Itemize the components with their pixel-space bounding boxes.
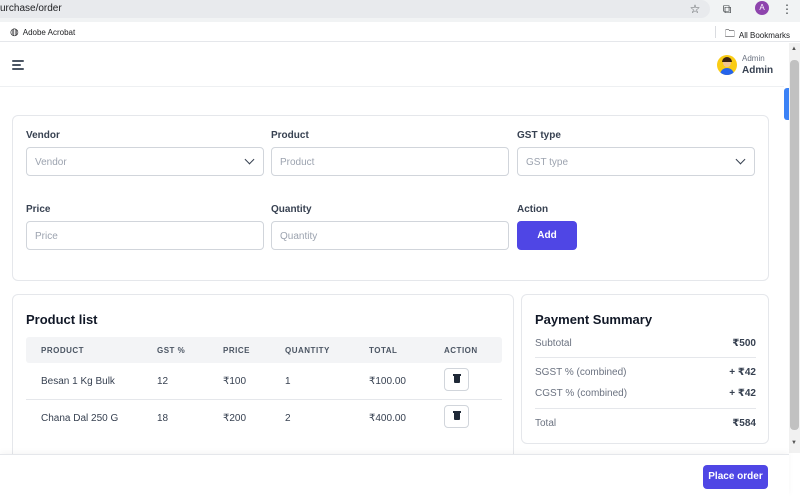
cell-price: ₹200 (223, 413, 247, 424)
column-header-product: PRODUCT (41, 346, 85, 355)
extensions-icon[interactable]: ⧉ (720, 2, 734, 16)
table-row: Besan 1 Kg Bulk 12 ₹100 1 ₹100.00 (26, 363, 502, 400)
quantity-placeholder: Quantity (280, 231, 318, 242)
globe-icon: ◍ (10, 27, 19, 38)
scroll-up-icon[interactable]: ▲ (791, 46, 797, 52)
profile-avatar[interactable]: A (755, 1, 769, 15)
product-list-card: Product list PRODUCT GST % PRICE QUANTIT… (12, 294, 514, 464)
all-bookmarks-label: All Bookmarks (738, 31, 790, 40)
vendor-label: Vendor (26, 130, 60, 141)
trash-icon (453, 374, 461, 383)
price-placeholder: Price (35, 231, 58, 242)
cgst-label: CGST % (combined) (535, 388, 628, 399)
payment-summary-title: Payment Summary (535, 312, 653, 327)
subtotal-row: Subtotal ₹500 (535, 338, 756, 349)
address-bar[interactable]: urchase/order (0, 0, 710, 18)
column-header-action: ACTION (444, 346, 478, 355)
scroll-down-icon[interactable]: ▼ (791, 440, 797, 446)
column-header-quantity: QUANTITY (285, 346, 330, 355)
price-label: Price (26, 204, 51, 215)
order-form-card: Vendor Vendor Product Product GST type G… (12, 115, 769, 281)
table-row: Chana Dal 250 G 18 ₹200 2 ₹400.00 (26, 400, 502, 437)
cell-price: ₹100 (223, 376, 247, 387)
place-order-button[interactable]: Place order (703, 465, 768, 489)
folder-icon: 🗀 (724, 29, 735, 40)
bookmarks-bar: ◍ Adobe Acrobat 🗀 All Bookmarks (0, 22, 800, 42)
cell-gst: 18 (157, 413, 169, 424)
column-header-gst: GST % (157, 346, 186, 355)
footer-bar: Place order (0, 454, 789, 496)
gst-type-placeholder: GST type (526, 157, 569, 168)
all-bookmarks-button[interactable]: 🗀 All Bookmarks (725, 27, 790, 44)
total-value: ₹584 (732, 418, 756, 429)
star-icon[interactable]: ☆ (688, 2, 702, 16)
more-menu-icon[interactable]: ⋮ (780, 2, 794, 16)
table-header: PRODUCT GST % PRICE QUANTITY TOTAL ACTIO… (26, 337, 502, 363)
gst-type-select[interactable]: GST type (517, 147, 755, 176)
column-header-total: TOTAL (369, 346, 398, 355)
cgst-value: + ₹42 (729, 388, 756, 399)
cell-product: Besan 1 Kg Bulk (41, 376, 115, 387)
product-label: Product (271, 130, 309, 141)
scrollbar-thumb[interactable] (790, 60, 799, 430)
product-list-title: Product list (26, 312, 98, 327)
cell-quantity: 1 (285, 376, 291, 387)
quantity-label: Quantity (271, 204, 312, 215)
sgst-row: SGST % (combined) + ₹42 (535, 367, 756, 378)
total-row: Total ₹584 (535, 418, 756, 429)
product-input[interactable]: Product (271, 147, 509, 176)
price-input[interactable]: Price (26, 221, 264, 250)
vendor-select[interactable]: Vendor (26, 147, 264, 176)
menu-icon[interactable] (12, 60, 24, 70)
chevron-down-icon (244, 154, 255, 165)
divider (535, 357, 756, 358)
delete-row-button[interactable] (444, 405, 469, 428)
column-header-price: PRICE (223, 346, 250, 355)
bookmark-adobe-acrobat[interactable]: ◍ Adobe Acrobat (10, 27, 75, 38)
quantity-input[interactable]: Quantity (271, 221, 509, 250)
cell-gst: 12 (157, 376, 169, 387)
side-tab-indicator[interactable] (784, 88, 789, 120)
cell-product: Chana Dal 250 G (41, 413, 119, 424)
add-button[interactable]: Add (517, 221, 577, 250)
cell-total: ₹400.00 (369, 413, 406, 424)
browser-toolbar: urchase/order ☆ ⧉ A ⋮ (0, 0, 800, 22)
user-role: Admin (742, 54, 765, 63)
cgst-row: CGST % (combined) + ₹42 (535, 388, 756, 399)
subtotal-value: ₹500 (732, 338, 756, 349)
cell-quantity: 2 (285, 413, 291, 424)
chevron-down-icon (735, 154, 746, 165)
user-name: Admin (742, 65, 774, 76)
action-label: Action (517, 204, 549, 215)
sgst-value: + ₹42 (729, 367, 756, 378)
total-label: Total (535, 418, 557, 429)
gst-type-label: GST type (517, 130, 561, 141)
vendor-placeholder: Vendor (35, 157, 67, 168)
url-text: urchase/order (0, 3, 62, 14)
divider (535, 408, 756, 409)
app-header: Admin Admin (0, 43, 784, 87)
bookmark-label: Adobe Acrobat (22, 28, 76, 37)
payment-summary-card: Payment Summary Subtotal ₹500 SGST % (co… (521, 294, 769, 444)
cell-total: ₹100.00 (369, 376, 406, 387)
sgst-label: SGST % (combined) (535, 367, 627, 378)
subtotal-label: Subtotal (535, 338, 572, 349)
trash-icon (453, 411, 461, 420)
delete-row-button[interactable] (444, 368, 469, 391)
product-placeholder: Product (280, 157, 315, 168)
bookmark-separator (715, 26, 716, 38)
avatar[interactable] (717, 55, 737, 75)
